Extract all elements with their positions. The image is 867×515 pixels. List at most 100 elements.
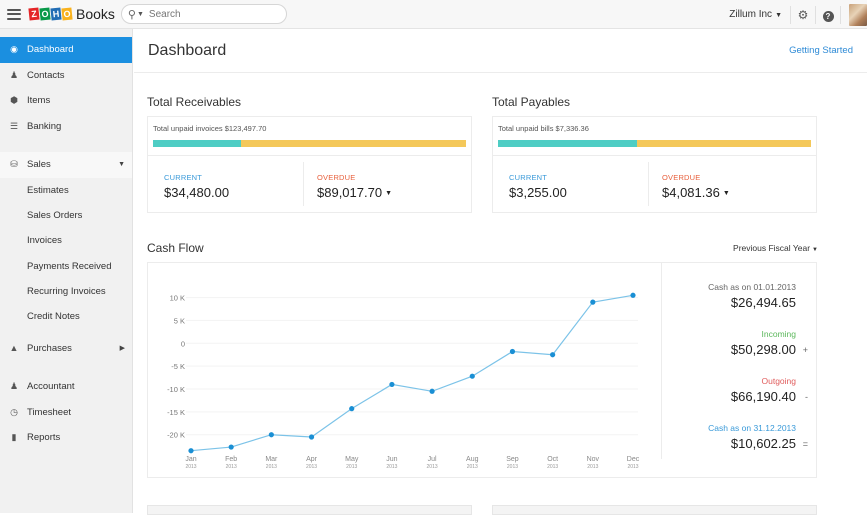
main-content: Dashboard Getting Started Total Receivab…	[134, 29, 867, 515]
sidebar-item-accountant[interactable]: ♟ Accountant	[0, 374, 132, 400]
overdue-dropdown[interactable]: $89,017.70 ▼	[317, 185, 392, 200]
data-point	[469, 373, 475, 379]
divider	[148, 155, 471, 156]
sidebar-item-reports[interactable]: ▮ Reports	[0, 425, 132, 451]
y-tick-label: -15 K	[167, 408, 185, 417]
data-point	[349, 406, 355, 412]
data-point	[630, 292, 636, 298]
sidebar-item-label: Dashboard	[27, 44, 74, 56]
closing-balance: Cash as on 31.12.2013 $10,602.25 =	[708, 423, 808, 451]
period-dropdown[interactable]: Previous Fiscal Year ▼	[733, 243, 818, 253]
org-name: Zillum Inc	[729, 9, 773, 20]
data-point	[188, 448, 194, 454]
x-tick-sublabel: 2013	[627, 464, 638, 470]
chevron-down-icon: ▼	[722, 190, 730, 198]
sidebar-item-banking[interactable]: ☰ Banking	[0, 114, 132, 140]
unpaid-bills-label: Total unpaid bills $7,336.36	[498, 124, 589, 133]
menu-icon[interactable]	[7, 8, 21, 20]
chevron-down-icon: ▼	[812, 247, 818, 253]
search-input[interactable]	[148, 8, 269, 20]
y-tick-label: 10 K	[170, 294, 185, 303]
x-tick-sublabel: 2013	[547, 464, 558, 470]
x-tick-sublabel: 2013	[306, 464, 317, 470]
help-button[interactable]: ?	[816, 8, 840, 22]
x-tick-sublabel: 2013	[226, 464, 237, 470]
data-point	[389, 381, 395, 388]
data-point	[429, 388, 435, 394]
current-segment	[498, 140, 637, 147]
payables-card[interactable]: Total unpaid bills $7,336.36 CURRENT $3,…	[492, 116, 817, 213]
x-tick-label: May	[345, 456, 359, 463]
bottom-card-right	[492, 505, 817, 515]
logo-letter: O	[39, 7, 51, 21]
overdue-amount: $89,017.70	[317, 185, 383, 200]
x-tick-sublabel: 2013	[427, 464, 438, 470]
overdue-dropdown[interactable]: $4,081.36 ▼	[662, 185, 730, 200]
outgoing-stat: Outgoing $66,190.40 -	[731, 376, 808, 404]
x-tick-sublabel: 2013	[346, 464, 357, 470]
reports-icon: ▮	[11, 432, 17, 443]
sidebar-item-estimates[interactable]: Estimates	[0, 178, 132, 203]
overdue-label: OVERDUE	[662, 173, 701, 182]
y-tick-label: -20 K	[167, 431, 185, 440]
search-box[interactable]: ⚲ ▼	[120, 4, 287, 24]
receivables-card[interactable]: Total unpaid invoices $123,497.70 CURREN…	[147, 116, 472, 213]
x-tick-sublabel: 2013	[467, 464, 478, 470]
data-point	[509, 348, 516, 355]
sidebar-item-sales[interactable]: ⛁ Sales ▼	[0, 152, 132, 178]
sidebar-item-timesheet[interactable]: ◷ Timesheet	[0, 399, 132, 425]
current-amount: $3,255.00	[509, 185, 567, 200]
current-segment	[153, 140, 241, 147]
sidebar-item-purchases[interactable]: ▲ Purchases ▶	[0, 335, 132, 361]
data-point	[550, 352, 556, 358]
y-tick-label: -5 K	[171, 362, 185, 371]
payables-progress-bar	[498, 140, 811, 147]
equals-icon: =	[802, 439, 808, 449]
opening-label: Cash as on 01.01.2013	[708, 282, 796, 292]
x-tick-sublabel: 2013	[386, 464, 397, 470]
x-tick-sublabel: 2013	[507, 464, 518, 470]
page-title: Dashboard	[148, 41, 227, 59]
closing-label: Cash as on 31.12.2013	[708, 423, 796, 433]
sidebar-item-dashboard[interactable]: ◉ Dashboard	[0, 37, 132, 63]
sidebar-item-sales-orders[interactable]: Sales Orders	[0, 203, 132, 228]
gear-icon[interactable]: ⚙	[791, 8, 815, 22]
x-tick-label: Oct	[547, 456, 558, 463]
app-name: Books	[76, 6, 115, 22]
sidebar-item-label: Accountant	[27, 381, 75, 393]
x-tick-label: Feb	[225, 456, 237, 463]
divider	[661, 263, 662, 459]
chevron-down-icon: ▼	[775, 12, 782, 19]
overdue-label: OVERDUE	[317, 173, 356, 182]
x-tick-label: Jun	[386, 456, 397, 463]
payables-title: Total Payables	[492, 95, 571, 109]
avatar[interactable]	[849, 3, 867, 26]
org-switcher[interactable]: Zillum Inc ▼	[729, 9, 782, 20]
search-icon[interactable]: ⚲	[128, 8, 136, 21]
series-line	[190, 294, 634, 452]
sidebar-item-invoices[interactable]: Invoices	[0, 228, 132, 253]
chevron-down-icon[interactable]: ▼	[137, 11, 144, 18]
chevron-down-icon: ▼	[385, 190, 393, 198]
x-tick-label: Nov	[587, 456, 600, 463]
sidebar-item-items[interactable]: ⬢ Items	[0, 88, 132, 114]
zoho-books-logo[interactable]: Z O H O Books	[28, 6, 115, 22]
opening-balance: Cash as on 01.01.2013 $26,494.65	[708, 282, 796, 310]
x-tick-sublabel: 2013	[266, 464, 277, 470]
sidebar-item-label: Purchases	[27, 342, 72, 354]
sidebar-item-payments-received[interactable]: Payments Received	[0, 253, 132, 278]
divider	[840, 5, 841, 24]
minus-icon: -	[805, 392, 808, 402]
page-header: Dashboard Getting Started	[134, 29, 867, 73]
period-label: Previous Fiscal Year	[733, 243, 811, 253]
sidebar-item-contacts[interactable]: ♟ Contacts	[0, 63, 132, 89]
sidebar-item-credit-notes[interactable]: Credit Notes	[0, 304, 132, 329]
sidebar-item-recurring-invoices[interactable]: Recurring Invoices	[0, 279, 132, 304]
cart-icon: ⛁	[10, 159, 18, 170]
incoming-label: Incoming	[761, 329, 797, 339]
incoming-amount: $50,298.00	[730, 342, 796, 357]
data-point	[308, 434, 315, 440]
x-tick-sublabel: 2013	[587, 464, 598, 470]
getting-started-link[interactable]: Getting Started	[789, 45, 853, 56]
closing-amount: $10,602.25	[730, 436, 796, 451]
